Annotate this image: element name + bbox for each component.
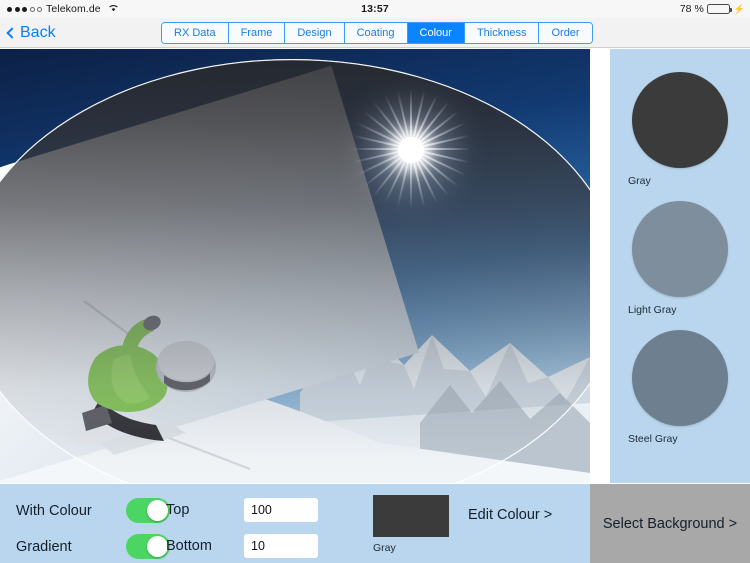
swatch-item[interactable]: Light Gray xyxy=(610,201,750,316)
status-bar: Telekom.de 13:57 78 % ⚡ xyxy=(0,0,750,18)
segment-colour[interactable]: Colour xyxy=(407,23,465,43)
swatch-label: Steel Gray xyxy=(628,433,678,445)
toggle-knob xyxy=(147,536,168,557)
back-button-label: Back xyxy=(20,24,56,41)
segment-label: Frame xyxy=(240,27,273,39)
selected-colour-preview[interactable] xyxy=(373,495,449,537)
swatch-label: Light Gray xyxy=(628,304,677,316)
bottom-row: Bottom xyxy=(166,534,318,558)
segment-label: Colour xyxy=(419,27,452,39)
toggle-knob xyxy=(147,500,168,521)
segment-label: Order xyxy=(551,27,580,39)
lens-tint-overlay xyxy=(0,49,590,483)
top-row: Top xyxy=(166,498,318,522)
app-root: Telekom.de 13:57 78 % ⚡ Back RX Data Fram… xyxy=(0,0,750,563)
battery-icon xyxy=(706,4,732,14)
bottom-label: Bottom xyxy=(166,538,212,554)
segment-label: Coating xyxy=(356,27,395,39)
segmented-control[interactable]: RX Data Frame Design Coating Colour Thickness… xyxy=(161,22,593,44)
with-colour-row: With Colour xyxy=(16,498,170,523)
gradient-row: Gradient xyxy=(16,534,170,559)
gradient-toggle[interactable] xyxy=(126,534,170,559)
segment-order[interactable]: Order xyxy=(539,23,592,43)
bottom-toolbar: With Colour Gradient Top Bottom xyxy=(0,484,590,563)
swatch-circle[interactable] xyxy=(632,330,728,426)
back-button[interactable]: Back xyxy=(6,18,56,48)
segment-coating[interactable]: Coating xyxy=(344,23,408,43)
segment-frame[interactable]: Frame xyxy=(228,23,286,43)
bottom-input[interactable] xyxy=(244,534,318,558)
selected-colour-label: Gray xyxy=(373,542,396,554)
segment-design[interactable]: Design xyxy=(285,23,345,43)
navigation-bar: Back RX Data Frame Design Coating Colour Thic… xyxy=(0,18,750,48)
colour-swatch-panel[interactable]: Gray Light Gray Steel Gray xyxy=(610,49,750,483)
swatch-item[interactable]: Steel Gray xyxy=(610,330,750,445)
chevron-left-icon xyxy=(6,27,18,39)
lens-rim-outline xyxy=(0,59,590,483)
clock-label: 13:57 xyxy=(361,3,389,15)
gradient-label: Gradient xyxy=(16,538,72,555)
lens-preview-image[interactable] xyxy=(0,49,590,483)
with-colour-toggle[interactable] xyxy=(126,498,170,523)
segment-label: Thickness xyxy=(476,27,527,39)
top-label: Top xyxy=(166,502,190,518)
swatch-circle[interactable] xyxy=(632,72,728,168)
with-colour-label: With Colour xyxy=(16,502,92,519)
swatch-item[interactable]: Gray xyxy=(610,72,750,187)
segment-label: RX Data xyxy=(174,27,216,39)
segment-thickness[interactable]: Thickness xyxy=(464,23,540,43)
segment-rx-data[interactable]: RX Data xyxy=(162,23,229,43)
edit-colour-button[interactable]: Edit Colour > xyxy=(468,507,552,523)
segment-label: Design xyxy=(297,27,332,39)
select-background-button[interactable]: Select Background > xyxy=(590,484,750,563)
top-input[interactable] xyxy=(244,498,318,522)
swatch-label: Gray xyxy=(628,175,651,187)
swatch-circle[interactable] xyxy=(632,201,728,297)
